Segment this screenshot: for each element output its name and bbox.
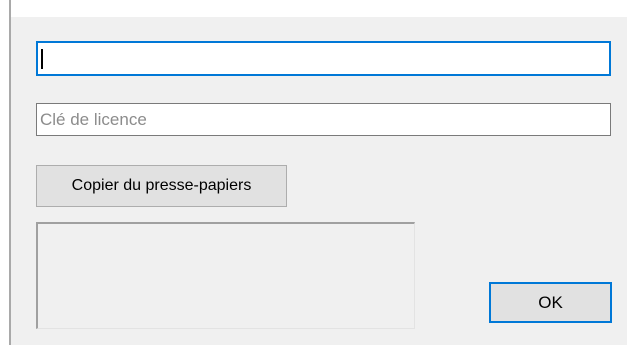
name-input[interactable] — [36, 41, 611, 76]
text-caret — [41, 49, 43, 69]
window-top-edge — [0, 0, 627, 17]
window-left-edge — [0, 0, 9, 345]
copy-from-clipboard-button[interactable]: Copier du presse-papiers — [36, 165, 287, 207]
status-message-box — [36, 222, 415, 329]
license-dialog: Copier du presse-papiers OK — [11, 17, 627, 345]
ok-button[interactable]: OK — [489, 282, 612, 323]
license-key-input[interactable] — [36, 103, 611, 136]
